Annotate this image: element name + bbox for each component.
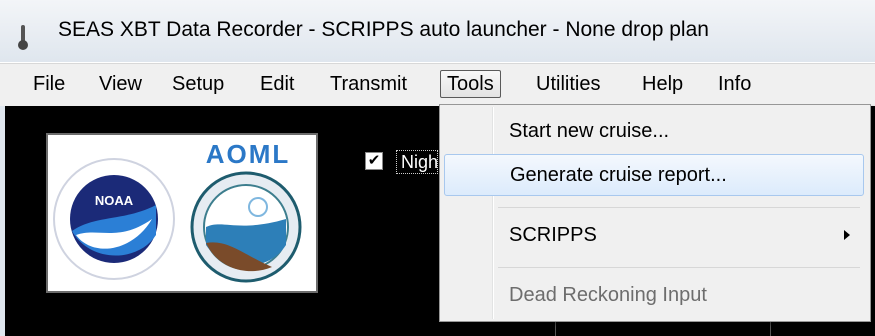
night-mode-label: Night mode (396, 150, 438, 174)
menu-separator (498, 207, 860, 208)
menu-transmit[interactable]: Transmit (324, 70, 413, 98)
menu-utilities[interactable]: Utilities (530, 70, 606, 98)
menu-item-label: Generate cruise report... (510, 164, 727, 186)
grid-line (770, 322, 771, 336)
menu-item-label: Dead Reckoning Input (509, 284, 707, 306)
noaa-logo: NOAA (53, 158, 175, 280)
menu-view[interactable]: View (93, 70, 148, 98)
menu-separator (498, 267, 860, 268)
dead-reckoning-input-item: Dead Reckoning Input (444, 275, 864, 317)
menu-item-label: Start new cruise... (509, 120, 670, 142)
noaa-logo-text: NOAA (95, 193, 134, 208)
aoml-logo: AOML (190, 139, 302, 283)
menu-edit[interactable]: Edit (254, 70, 300, 98)
menu-bar: File View Setup Edit Transmit Tools Util… (0, 63, 875, 106)
window-title: SEAS XBT Data Recorder - SCRIPPS auto la… (58, 18, 709, 41)
menu-file[interactable]: File (27, 70, 71, 98)
title-bar: SEAS XBT Data Recorder - SCRIPPS auto la… (0, 0, 875, 62)
tools-dropdown-menu: Start new cruise... Generate cruise repo… (439, 104, 871, 322)
agency-logos: NOAA AOML (53, 139, 302, 283)
submenu-arrow-icon (844, 230, 850, 240)
logo-panel: NOAA AOML (46, 133, 318, 293)
menu-item-label: SCRIPPS (509, 224, 597, 246)
scripps-submenu-item[interactable]: SCRIPPS (444, 215, 864, 257)
grid-line (555, 322, 556, 336)
night-mode-checkbox[interactable]: ✔ (365, 152, 383, 170)
menu-info[interactable]: Info (712, 70, 757, 98)
menu-setup[interactable]: Setup (166, 70, 230, 98)
thermometer-probe-icon (18, 25, 28, 50)
start-new-cruise-item[interactable]: Start new cruise... (444, 111, 864, 153)
menu-help[interactable]: Help (636, 70, 689, 98)
generate-cruise-report-item[interactable]: Generate cruise report... (444, 154, 864, 196)
aoml-logo-text: AOML (206, 139, 291, 169)
menu-tools[interactable]: Tools (440, 70, 501, 98)
